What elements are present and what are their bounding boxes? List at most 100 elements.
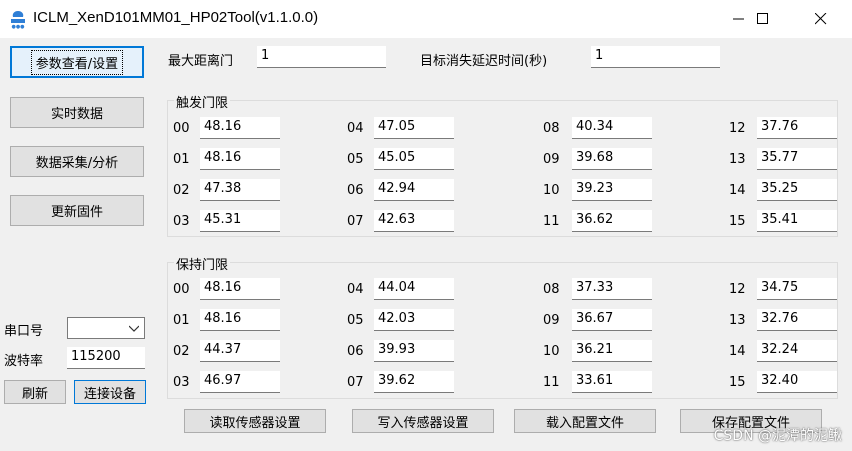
trigger-gate-label: 13: [729, 152, 746, 167]
nav-realtime-label: 实时数据: [50, 107, 103, 122]
trigger-gate-input[interactable]: 35.77: [757, 148, 837, 170]
window-title: ICLM_XenD101MM01_HP02Tool(v1.1.0.0): [33, 9, 319, 26]
trigger-gate-label: 10: [543, 183, 560, 198]
hold-gate-label: 12: [729, 282, 746, 297]
refresh-label: 刷新: [21, 386, 48, 402]
hold-gate-label: 13: [729, 313, 746, 328]
hold-gate-label: 15: [729, 375, 746, 390]
trigger-gate-label: 15: [729, 214, 746, 229]
title-bar: ●●● ICLM_XenD101MM01_HP02Tool(v1.1.0.0): [0, 0, 852, 38]
trigger-gate-input[interactable]: 48.16: [200, 148, 280, 170]
trigger-gate-input[interactable]: 48.16: [200, 117, 280, 139]
connect-button[interactable]: 连接设备: [74, 380, 146, 404]
trigger-gate-label: 06: [347, 183, 364, 198]
watermark-text: CSDN @泥潭的泥鳅: [713, 428, 842, 444]
trigger-gate-label: 09: [543, 152, 560, 167]
hold-gate-input[interactable]: 48.16: [200, 278, 280, 300]
load-config-button[interactable]: 载入配置文件: [514, 409, 656, 433]
trigger-threshold-title: 触发门限: [174, 92, 231, 111]
nav-realtime-button[interactable]: 实时数据: [10, 97, 144, 128]
trigger-gate-input[interactable]: 42.63: [374, 210, 454, 232]
nav-firmware-button[interactable]: 更新固件: [10, 195, 144, 226]
trigger-gate-label: 12: [729, 121, 746, 136]
close-icon: [815, 13, 827, 25]
hold-gate-label: 14: [729, 344, 746, 359]
connect-label: 连接设备: [83, 386, 136, 402]
hold-gate-input[interactable]: 32.76: [757, 309, 837, 331]
trigger-gate-label: 07: [347, 214, 364, 229]
trigger-gate-label: 02: [173, 183, 190, 198]
target-delay-label: 目标消失延迟时间(秒): [420, 54, 548, 69]
trigger-gate-input[interactable]: 47.38: [200, 179, 280, 201]
hold-gate-label: 00: [173, 282, 190, 297]
trigger-gate-input[interactable]: 35.41: [757, 210, 837, 232]
nav-params-button[interactable]: 参数查看/设置: [10, 46, 144, 78]
port-select[interactable]: [67, 317, 145, 339]
hold-gate-input[interactable]: 44.04: [374, 278, 454, 300]
hold-gate-input[interactable]: 48.16: [200, 309, 280, 331]
hold-gate-label: 07: [347, 375, 364, 390]
trigger-gate-input[interactable]: 35.25: [757, 179, 837, 201]
trigger-gate-label: 01: [173, 152, 190, 167]
max-distance-label: 最大距离门: [168, 54, 234, 69]
trigger-gate-input[interactable]: 40.34: [572, 117, 652, 139]
trigger-gate-input[interactable]: 45.05: [374, 148, 454, 170]
maximize-button[interactable]: [740, 0, 786, 38]
hold-gate-input[interactable]: 46.97: [200, 371, 280, 393]
hold-gate-label: 03: [173, 375, 190, 390]
hold-gate-input[interactable]: 34.75: [757, 278, 837, 300]
hold-gate-label: 06: [347, 344, 364, 359]
write-sensor-label: 写入传感器设置: [377, 415, 469, 431]
trigger-gate-label: 05: [347, 152, 364, 167]
hold-gate-label: 05: [347, 313, 364, 328]
hold-threshold-title: 保持门限: [174, 254, 231, 273]
load-config-label: 载入配置文件: [545, 415, 624, 431]
trigger-gate-input[interactable]: 45.31: [200, 210, 280, 232]
hold-gate-input[interactable]: 39.93: [374, 340, 454, 362]
trigger-gate-input[interactable]: 47.05: [374, 117, 454, 139]
trigger-gate-input[interactable]: 36.62: [572, 210, 652, 232]
read-sensor-label: 读取传感器设置: [209, 415, 301, 431]
nav-collect-label: 数据采集/分析: [35, 156, 119, 171]
trigger-gate-label: 14: [729, 183, 746, 198]
hold-gate-input[interactable]: 44.37: [200, 340, 280, 362]
trigger-gate-label: 08: [543, 121, 560, 136]
baud-input[interactable]: 115200: [67, 347, 145, 369]
hold-gate-input[interactable]: 39.62: [374, 371, 454, 393]
hold-gate-input[interactable]: 32.40: [757, 371, 837, 393]
nav-collect-button[interactable]: 数据采集/分析: [10, 146, 144, 177]
close-button[interactable]: [798, 0, 844, 38]
hold-gate-input[interactable]: 42.03: [374, 309, 454, 331]
hold-gate-label: 10: [543, 344, 560, 359]
trigger-gate-input[interactable]: 39.23: [572, 179, 652, 201]
hold-gate-input[interactable]: 32.24: [757, 340, 837, 362]
hold-gate-input[interactable]: 37.33: [572, 278, 652, 300]
trigger-gate-input[interactable]: 42.94: [374, 179, 454, 201]
hold-gate-input[interactable]: 36.21: [572, 340, 652, 362]
hold-gate-label: 01: [173, 313, 190, 328]
port-label: 串口号: [4, 324, 44, 339]
target-delay-input[interactable]: 1: [591, 46, 720, 68]
trigger-gate-label: 00: [173, 121, 190, 136]
max-distance-input[interactable]: 1: [257, 46, 386, 68]
trigger-gate-input[interactable]: 39.68: [572, 148, 652, 170]
refresh-button[interactable]: 刷新: [4, 380, 66, 404]
app-logo-icon: ●●●: [11, 11, 25, 29]
svg-text:●●●: ●●●: [11, 24, 25, 29]
chevron-down-icon: [129, 325, 139, 332]
nav-firmware-label: 更新固件: [50, 205, 103, 220]
maximize-icon: [757, 13, 768, 24]
trigger-gate-label: 03: [173, 214, 190, 229]
hold-gate-label: 04: [347, 282, 364, 297]
hold-gate-label: 08: [543, 282, 560, 297]
hold-gate-input[interactable]: 33.61: [572, 371, 652, 393]
write-sensor-button[interactable]: 写入传感器设置: [352, 409, 494, 433]
hold-gate-label: 09: [543, 313, 560, 328]
hold-gate-input[interactable]: 36.67: [572, 309, 652, 331]
trigger-gate-label: 04: [347, 121, 364, 136]
read-sensor-button[interactable]: 读取传感器设置: [184, 409, 326, 433]
trigger-gate-label: 11: [543, 214, 560, 229]
hold-gate-label: 02: [173, 344, 190, 359]
hold-gate-label: 11: [543, 375, 560, 390]
trigger-gate-input[interactable]: 37.76: [757, 117, 837, 139]
